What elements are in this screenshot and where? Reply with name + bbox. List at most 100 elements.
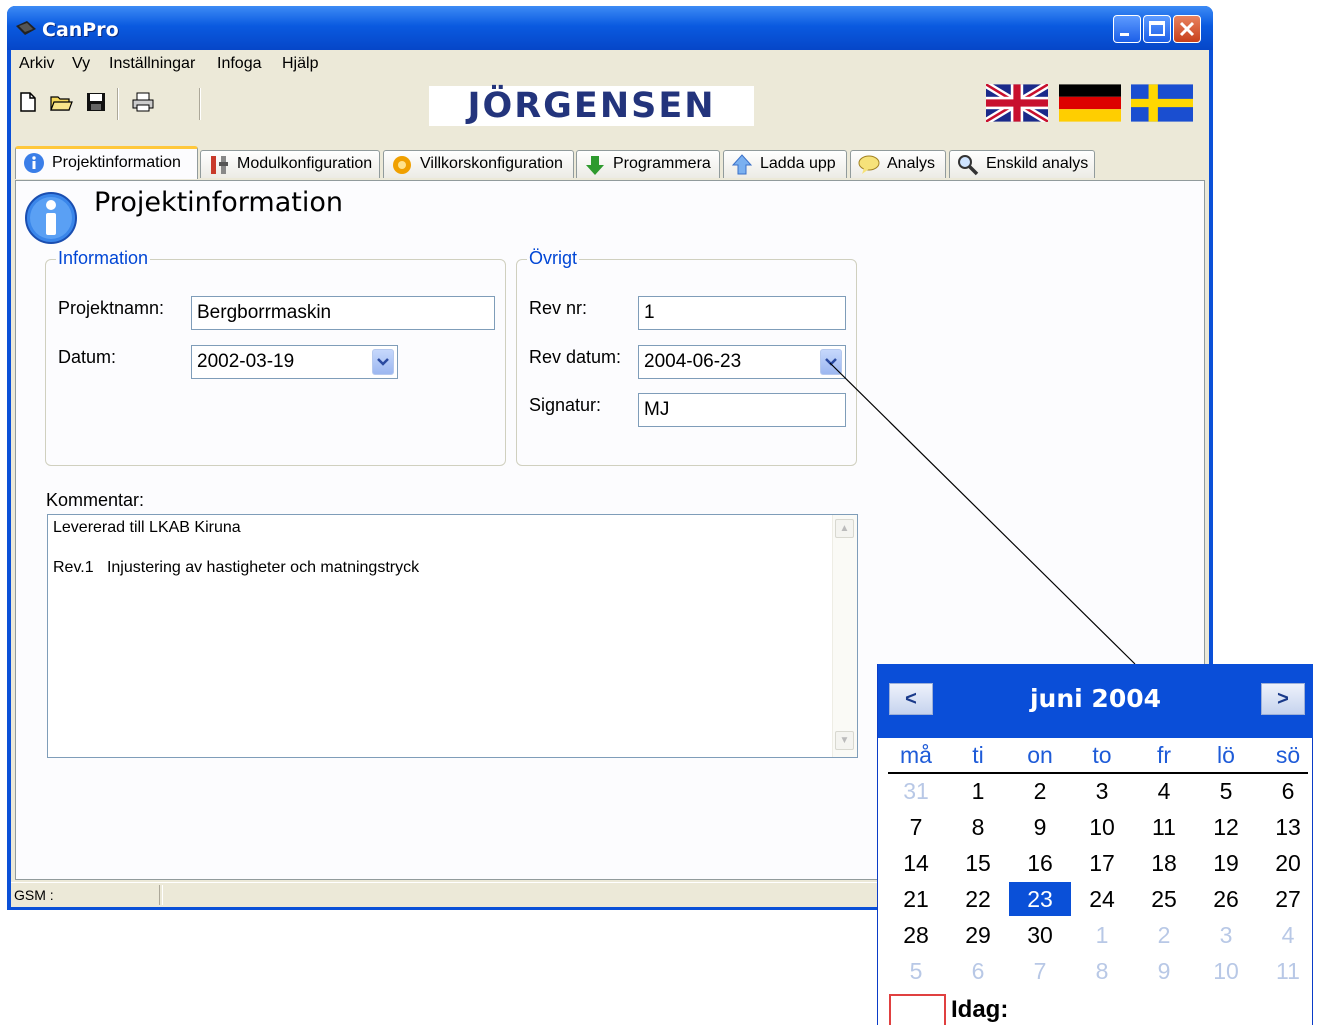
calendar-day[interactable]: 4	[1257, 918, 1319, 952]
calendar-day[interactable]: 23	[1009, 882, 1071, 916]
flag-sweden-icon[interactable]	[1131, 84, 1193, 122]
information-groupbox: Information Projektnamn: Bergborrmaskin …	[45, 248, 506, 466]
calendar-day[interactable]: 26	[1195, 882, 1257, 916]
tab-enskild-analys[interactable]: Enskild analys	[949, 150, 1095, 178]
tab-programmera[interactable]: Programmera	[576, 150, 720, 178]
next-month-button[interactable]: >	[1261, 683, 1305, 715]
rev-datum-datepicker[interactable]: 2004-06-23	[638, 345, 846, 379]
calendar-day[interactable]: 24	[1071, 882, 1133, 916]
magnifier-icon	[958, 155, 979, 176]
close-button[interactable]	[1173, 15, 1201, 43]
calendar-day[interactable]: 10	[1195, 954, 1257, 988]
menu-infoga[interactable]: Infoga	[217, 55, 261, 73]
groupbox-title: Information	[56, 248, 151, 269]
calendar-day[interactable]: 6	[947, 954, 1009, 988]
calendar-day[interactable]: 19	[1195, 846, 1257, 880]
tools-icon	[211, 156, 228, 174]
tab-analys[interactable]: Analys	[850, 150, 946, 178]
calendar-day[interactable]: 12	[1195, 810, 1257, 844]
calendar-day[interactable]: 6	[1257, 774, 1319, 808]
toolbar-separator	[199, 88, 201, 120]
calendar-day[interactable]: 30	[1009, 918, 1071, 952]
close-icon	[1179, 21, 1195, 37]
kommentar-textarea[interactable]: Levererad till LKAB Kiruna Rev.1 Injuste…	[47, 514, 858, 758]
flag-germany-icon[interactable]	[1059, 84, 1121, 122]
open-folder-icon[interactable]	[49, 90, 73, 114]
dropdown-button[interactable]	[372, 349, 394, 375]
calendar-day[interactable]: 1	[1071, 918, 1133, 952]
calendar-day[interactable]: 18	[1133, 846, 1195, 880]
print-icon[interactable]	[131, 90, 155, 114]
calendar-day[interactable]: 22	[947, 882, 1009, 916]
rev-nr-field[interactable]: 1	[638, 296, 846, 330]
tab-label: Modulkonfiguration	[237, 155, 373, 172]
calendar-day[interactable]: 10	[1071, 810, 1133, 844]
weekday-label: to	[1092, 742, 1112, 768]
calendar-day[interactable]: 1	[947, 774, 1009, 808]
maximize-button[interactable]	[1143, 15, 1171, 43]
toolbar-separator	[117, 88, 119, 120]
calendar-day[interactable]: 20	[1257, 846, 1319, 880]
weekday-label: lö	[1217, 742, 1235, 768]
status-divider	[159, 885, 163, 905]
calendar-day[interactable]: 4	[1133, 774, 1195, 808]
today-label[interactable]: Idag:	[951, 996, 1008, 1024]
chevron-down-icon	[377, 358, 389, 366]
menu-arkiv[interactable]: Arkiv	[19, 55, 55, 73]
calendar-day[interactable]: 2	[1009, 774, 1071, 808]
tab-projektinformation[interactable]: Projektinformation	[15, 146, 198, 179]
calendar-day[interactable]: 8	[947, 810, 1009, 844]
calendar-day[interactable]: 28	[885, 918, 947, 952]
signatur-field[interactable]: MJ	[638, 393, 846, 427]
calendar-day[interactable]: 31	[885, 774, 947, 808]
calendar-day[interactable]: 5	[885, 954, 947, 988]
projektnamn-field[interactable]: Bergborrmaskin	[191, 296, 495, 330]
vertical-scrollbar[interactable]: ▲ ▼	[832, 515, 857, 757]
calendar-day[interactable]: 7	[1009, 954, 1071, 988]
new-file-icon[interactable]	[16, 90, 40, 114]
calendar-day[interactable]: 17	[1071, 846, 1133, 880]
scroll-down-button[interactable]: ▼	[835, 731, 854, 750]
dropdown-button[interactable]	[820, 349, 842, 375]
menu-vy[interactable]: Vy	[72, 55, 90, 73]
calendar-day[interactable]: 29	[947, 918, 1009, 952]
tab-modulkonfiguration[interactable]: Modulkonfiguration	[200, 150, 380, 178]
calendar-day[interactable]: 5	[1195, 774, 1257, 808]
calendar-day[interactable]: 8	[1071, 954, 1133, 988]
weekday-label: ti	[972, 742, 984, 768]
calendar-day[interactable]: 25	[1133, 882, 1195, 916]
calendar-day[interactable]: 16	[1009, 846, 1071, 880]
calendar-day[interactable]: 27	[1257, 882, 1319, 916]
weekday-label: må	[900, 742, 932, 768]
calendar-day[interactable]: 21	[885, 882, 947, 916]
info-icon	[25, 192, 77, 244]
calendar-day[interactable]: 14	[885, 846, 947, 880]
calendar-day[interactable]: 3	[1071, 774, 1133, 808]
menu-installningar[interactable]: Inställningar	[109, 55, 195, 73]
weekday-label: fr	[1156, 742, 1172, 768]
ovrigt-groupbox: Övrigt Rev nr: 1 Rev datum: 2004-06-23 S…	[516, 248, 857, 466]
calendar-day[interactable]: 3	[1195, 918, 1257, 952]
info-icon	[24, 153, 44, 173]
calendar-day[interactable]: 15	[947, 846, 1009, 880]
calendar-day[interactable]: 11	[1133, 810, 1195, 844]
menu-hjalp[interactable]: Hjälp	[282, 55, 318, 73]
save-icon[interactable]	[84, 90, 108, 114]
title-bar[interactable]: CanPro	[7, 6, 1213, 50]
datum-datepicker[interactable]: 2002-03-19	[191, 345, 398, 379]
tab-ladda-upp[interactable]: Ladda upp	[723, 150, 847, 178]
calendar-day[interactable]: 13	[1257, 810, 1319, 844]
gsm-status: GSM :	[14, 887, 54, 903]
calendar-header: < juni 2004 >	[878, 664, 1313, 738]
scroll-up-button[interactable]: ▲	[835, 519, 854, 538]
minimize-button[interactable]	[1113, 15, 1141, 43]
calendar-day[interactable]: 7	[885, 810, 947, 844]
menu-bar: Arkiv Vy Inställningar Infoga Hjälp	[11, 50, 1209, 78]
calendar-day[interactable]: 11	[1257, 954, 1319, 988]
calendar-day[interactable]: 9	[1009, 810, 1071, 844]
calendar-day[interactable]: 2	[1133, 918, 1195, 952]
calendar-month-title[interactable]: juni 2004	[878, 684, 1313, 713]
flag-uk-icon[interactable]	[986, 84, 1048, 122]
calendar-day[interactable]: 9	[1133, 954, 1195, 988]
tab-villkorskonfiguration[interactable]: Villkorskonfiguration	[383, 150, 574, 178]
